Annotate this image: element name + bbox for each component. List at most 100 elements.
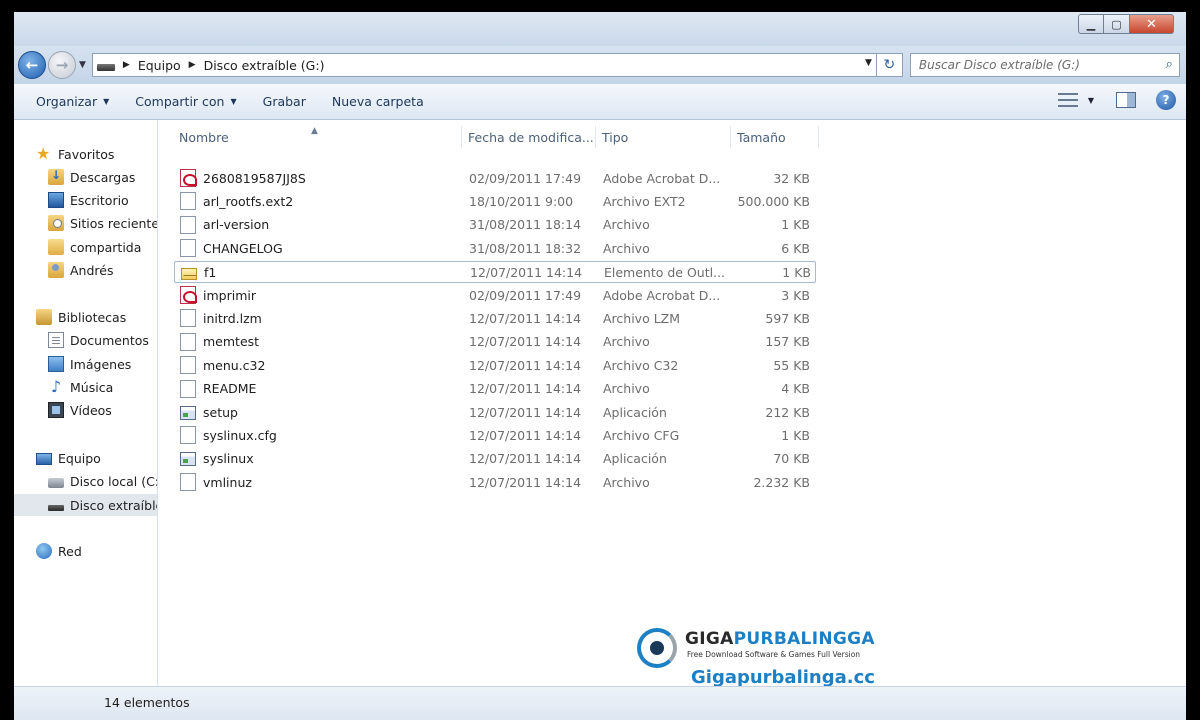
file-date: 02/09/2011 17:49 xyxy=(469,170,582,186)
nav-recent-places[interactable]: Sitios recientes xyxy=(14,212,158,234)
search-icon[interactable]: ⌕ xyxy=(1166,57,1173,72)
breadcrumb-computer[interactable]: Equipo xyxy=(138,58,181,73)
new-folder-label: Nueva carpeta xyxy=(331,94,424,109)
file-row[interactable]: syslinux.cfg 12/07/2011 14:14 Archivo CFG 1… xyxy=(174,424,816,446)
file-size: 1 KB xyxy=(781,217,810,233)
address-dropdown-icon[interactable]: ▼ xyxy=(865,58,872,68)
file-size: 597 KB xyxy=(765,310,810,326)
burn-button[interactable]: Grabar xyxy=(250,94,319,109)
nav-favorites[interactable]: ★ Favoritos xyxy=(14,143,157,165)
nav-desktop[interactable]: Escritorio xyxy=(14,189,157,211)
folder-icon xyxy=(48,239,64,255)
nav-label: Bibliotecas xyxy=(58,309,127,325)
file-icon xyxy=(180,332,196,351)
nav-libraries[interactable]: Bibliotecas xyxy=(14,306,157,328)
file-name: menu.c32 xyxy=(203,357,266,373)
nav-shared-folder[interactable]: compartida xyxy=(14,236,157,258)
back-button[interactable]: ← xyxy=(18,51,46,79)
file-name: imprimir xyxy=(203,287,256,303)
file-date: 18/10/2011 9:00 xyxy=(469,193,574,209)
address-bar[interactable]: ▶ Equipo ▶ Disco extraíble (G:) ▼ xyxy=(91,53,877,77)
file-name-cell: vmlinuz xyxy=(180,471,458,493)
command-bar-right: ▼ ? xyxy=(1057,90,1176,110)
recent-places-icon xyxy=(48,215,64,231)
file-row[interactable]: memtest 12/07/2011 14:14 Archivo 157 KB xyxy=(174,331,816,353)
file-row[interactable]: README 12/07/2011 14:14 Archivo 4 KB xyxy=(174,378,816,400)
preview-pane-icon[interactable] xyxy=(1116,92,1136,108)
nav-label: Vídeos xyxy=(70,402,112,418)
file-row[interactable]: setup 12/07/2011 14:14 Aplicación 212 KB xyxy=(174,401,816,423)
file-icon xyxy=(180,215,196,234)
column-header-type[interactable]: Tipo xyxy=(596,126,731,148)
watermark-tagline: Free Download Software & Games Full Vers… xyxy=(687,650,861,659)
column-header-label: Tipo xyxy=(602,129,629,145)
file-name: vmlinuz xyxy=(203,474,252,490)
new-folder-button[interactable]: Nueva carpeta xyxy=(319,94,437,109)
star-icon: ★ xyxy=(36,144,51,163)
help-icon[interactable]: ? xyxy=(1156,90,1176,110)
file-row[interactable]: arl-version 31/08/2011 18:14 Archivo 1 KB xyxy=(174,214,816,236)
column-header-date[interactable]: Fecha de modifica... xyxy=(462,126,596,148)
nav-user-folder[interactable]: Andrés xyxy=(14,259,157,281)
column-header-name[interactable]: Nombre ▲ xyxy=(173,126,462,148)
file-row[interactable]: arl_rootfs.ext2 18/10/2011 9:00 Archivo EX… xyxy=(174,190,816,212)
organize-menu-button[interactable]: Organizar ▼ xyxy=(14,94,122,109)
nav-music[interactable]: ♪ Música xyxy=(14,376,157,398)
file-type: Archivo C32 xyxy=(603,357,679,373)
forward-arrow-icon: → xyxy=(55,56,69,74)
downloads-folder-icon xyxy=(48,168,64,185)
file-name-cell: README xyxy=(180,378,458,400)
nav-computer[interactable]: Equipo xyxy=(14,447,157,469)
title-bar: ▁ ▢ ✕ xyxy=(14,12,1186,46)
change-view-icon[interactable] xyxy=(1057,93,1078,107)
nav-images[interactable]: Imágenes xyxy=(14,353,157,375)
view-options-dropdown-icon[interactable]: ▼ xyxy=(1088,96,1094,105)
network-icon xyxy=(36,543,52,559)
user-folder-icon xyxy=(48,262,64,278)
file-date: 12/07/2011 14:14 xyxy=(469,381,582,397)
refresh-button[interactable]: ↻ xyxy=(876,53,903,77)
minimize-button[interactable]: ▁ xyxy=(1078,14,1104,34)
file-row[interactable]: imprimir 02/09/2011 17:49 Adobe Acrobat D.… xyxy=(174,284,816,306)
search-input[interactable] xyxy=(918,58,1149,72)
file-name-cell: initrd.lzm xyxy=(180,307,458,329)
local-disk-icon xyxy=(48,478,64,488)
file-row[interactable]: CHANGELOG 31/08/2011 18:32 Archivo 6 KB xyxy=(174,237,816,259)
column-header-size[interactable]: Tamaño xyxy=(731,126,819,148)
close-button[interactable]: ✕ xyxy=(1130,14,1174,34)
nav-network[interactable]: Red xyxy=(14,540,157,562)
forward-button[interactable]: → xyxy=(48,51,76,79)
breadcrumb-chevron-icon[interactable]: ▶ xyxy=(189,60,196,70)
file-type: Elemento de Outl... xyxy=(604,265,726,281)
breadcrumb-removable-drive[interactable]: Disco extraíble (G:) xyxy=(204,58,325,73)
file-row[interactable]: vmlinuz 12/07/2011 14:14 Archivo 2.232 KB xyxy=(174,471,816,493)
nav-local-disk[interactable]: Disco local (C: xyxy=(14,470,157,492)
watermark-url: Gigapurbalinga.cc xyxy=(691,667,875,688)
file-row[interactable]: initrd.lzm 12/07/2011 14:14 Archivo LZM 597… xyxy=(174,307,816,329)
nav-videos[interactable]: Vídeos xyxy=(14,399,157,421)
file-row[interactable]: menu.c32 12/07/2011 14:14 Archivo C32 55 KB xyxy=(174,354,816,376)
nav-removable-disk[interactable]: Disco extraíble xyxy=(14,494,157,516)
breadcrumb-chevron-icon[interactable]: ▶ xyxy=(123,60,130,70)
file-name: memtest xyxy=(203,334,260,350)
nav-downloads[interactable]: Descargas xyxy=(14,166,157,188)
recent-pages-dropdown-icon[interactable]: ▼ xyxy=(79,60,86,70)
file-row[interactable]: syslinux 12/07/2011 14:14 Aplicación 70 KB xyxy=(174,448,816,470)
search-box[interactable]: ⌕ xyxy=(909,53,1180,77)
file-date: 31/08/2011 18:32 xyxy=(469,240,582,256)
nav-documents[interactable]: Documentos xyxy=(14,329,157,351)
file-date: 02/09/2011 17:49 xyxy=(469,287,582,303)
file-name: arl-version xyxy=(203,217,270,233)
application-icon xyxy=(180,405,196,420)
file-name: f1 xyxy=(204,265,217,281)
nav-label: Sitios recientes xyxy=(70,215,158,231)
file-name-cell: 2680819587JJ8S xyxy=(180,167,458,189)
file-date: 12/07/2011 14:14 xyxy=(469,474,582,490)
watermark-brand-part: GIGA xyxy=(685,629,734,649)
share-with-menu-button[interactable]: Compartir con ▼ xyxy=(122,94,249,109)
file-row[interactable]: 2680819587JJ8S 02/09/2011 17:49 Adobe Acro… xyxy=(174,167,816,189)
maximize-button[interactable]: ▢ xyxy=(1104,14,1130,34)
file-row[interactable]: f1 12/07/2011 14:14 Elemento de Outl... 1 K… xyxy=(174,260,816,283)
file-icon xyxy=(180,426,196,445)
watermark-brand: GIGAPURBALINGGA xyxy=(685,629,875,649)
